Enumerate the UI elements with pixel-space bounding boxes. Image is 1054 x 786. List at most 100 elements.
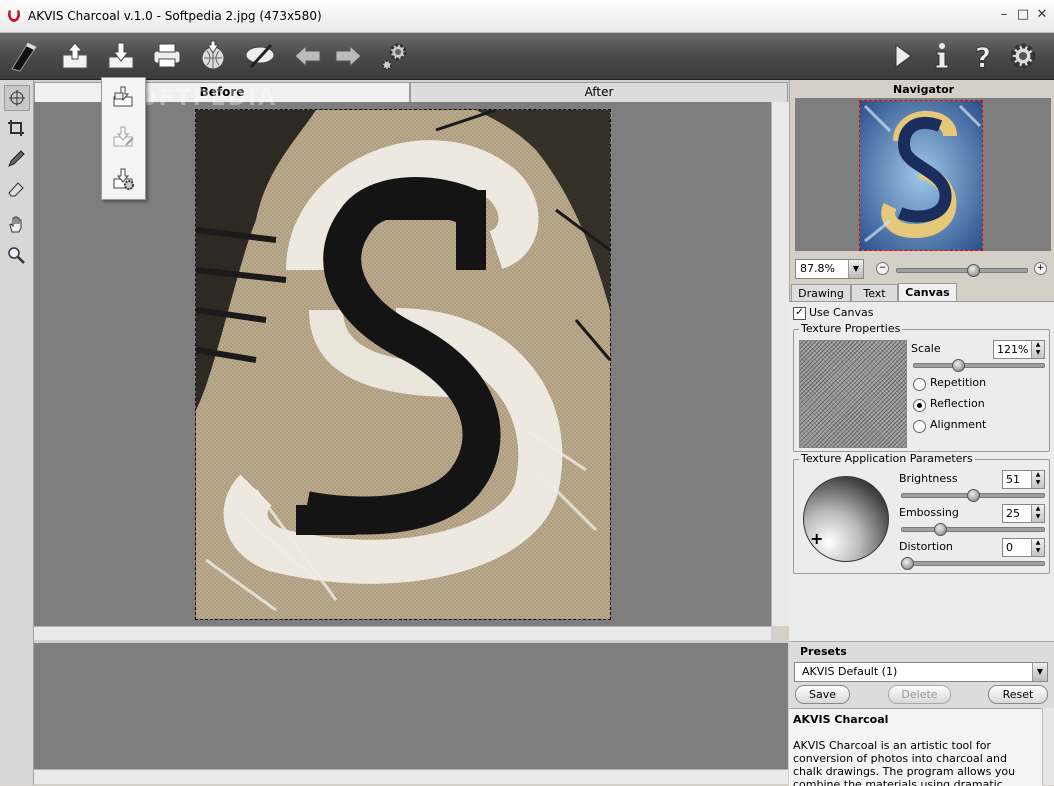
- chevron-down-icon[interactable]: ▼: [848, 260, 863, 278]
- brightness-spinbox[interactable]: 51 ▲ ▼: [1002, 470, 1045, 489]
- zoom-select[interactable]: 87.8% ▼: [795, 259, 864, 279]
- pencil-tool[interactable]: [4, 147, 28, 171]
- embossing-slider-track[interactable]: [901, 527, 1045, 532]
- zoom-slider-thumb[interactable]: [966, 264, 980, 277]
- window-title: AKVIS Charcoal v.1.0 - Softpedia 2.jpg (…: [28, 9, 322, 23]
- share-icon: [201, 40, 225, 70]
- plugin-settings-button[interactable]: [377, 37, 413, 75]
- run-button[interactable]: [884, 37, 920, 75]
- app-logo-icon: [8, 10, 20, 22]
- tab-canvas[interactable]: Canvas: [898, 283, 957, 302]
- distortion-slider-track[interactable]: [901, 561, 1045, 566]
- scale-spinbox[interactable]: 121% ▲ ▼: [993, 340, 1045, 359]
- undo-button[interactable]: [290, 37, 326, 75]
- crop-tool-icon: [8, 120, 24, 136]
- texture-swatch[interactable]: [799, 340, 907, 448]
- undo-icon: [294, 44, 321, 68]
- distortion-spinbox[interactable]: 0 ▲ ▼: [1002, 538, 1045, 557]
- eraser-tool-icon: [8, 182, 24, 197]
- save-settings-icon: [113, 168, 134, 190]
- pencil-tool-icon: [8, 150, 25, 167]
- close-button[interactable]: ✕: [1033, 6, 1051, 24]
- spin-arrows-icon[interactable]: ▲ ▼: [1031, 539, 1044, 556]
- charcoal-logo-icon: [5, 37, 41, 75]
- spin-arrows-icon[interactable]: ▲ ▼: [1031, 471, 1044, 488]
- zoom-in-button[interactable]: +: [1034, 262, 1047, 275]
- chevron-down-icon[interactable]: ▼: [1032, 663, 1047, 681]
- save-as-menu-item[interactable]: [108, 82, 138, 112]
- reflection-label: Reflection: [930, 397, 985, 410]
- brush-options-button[interactable]: [242, 37, 278, 75]
- save-preset-button[interactable]: Save: [795, 685, 850, 704]
- light-direction-sphere[interactable]: [803, 476, 889, 562]
- reset-preset-button[interactable]: Reset: [988, 685, 1048, 704]
- redo-icon: [335, 44, 362, 68]
- embossing-slider-thumb[interactable]: [933, 523, 947, 536]
- print-button[interactable]: [149, 37, 185, 75]
- embossing-spinbox[interactable]: 25 ▲ ▼: [1002, 504, 1045, 523]
- scale-label: Scale: [911, 342, 941, 355]
- save-settings-menu-item[interactable]: [108, 164, 138, 194]
- lower-workspace: [34, 641, 788, 771]
- tab-after[interactable]: After: [410, 82, 788, 102]
- alignment-radio[interactable]: [913, 420, 926, 433]
- eraser-tool[interactable]: [4, 177, 28, 201]
- spin-arrows-icon[interactable]: ▲ ▼: [1031, 341, 1044, 358]
- gear-small-icon: [382, 43, 407, 70]
- canvas-vertical-scrollbar[interactable]: [771, 102, 789, 626]
- alignment-label: Alignment: [930, 418, 987, 431]
- reflection-radio[interactable]: [913, 399, 926, 412]
- share-button[interactable]: [195, 37, 231, 75]
- preferences-button[interactable]: [1005, 37, 1041, 75]
- embossing-value: 25: [1006, 507, 1020, 520]
- repetition-radio[interactable]: [913, 378, 926, 391]
- info-icon: [935, 43, 949, 69]
- brightness-label: Brightness: [899, 472, 958, 485]
- minimize-button[interactable]: –: [995, 6, 1013, 24]
- charcoal-image[interactable]: [195, 109, 611, 620]
- svg-text:?: ?: [975, 41, 991, 73]
- delete-preset-button[interactable]: Delete: [888, 685, 951, 704]
- navigator-thumbnail[interactable]: [859, 100, 983, 251]
- help-icon: ?: [974, 41, 991, 74]
- move-tool-icon: [9, 90, 25, 106]
- navigator-title: Navigator: [893, 83, 955, 96]
- save-button[interactable]: [103, 37, 139, 75]
- texture-application-label: Texture Application Parameters: [799, 452, 975, 465]
- move-tool[interactable]: [4, 85, 30, 111]
- crop-tool[interactable]: [4, 116, 28, 140]
- maximize-button[interactable]: □: [1014, 6, 1032, 24]
- hand-tool[interactable]: [4, 212, 28, 236]
- main-toolbar: ?: [0, 33, 1054, 80]
- zoom-value: 87.8%: [800, 262, 835, 275]
- redo-button[interactable]: [330, 37, 366, 75]
- tab-drawing[interactable]: Drawing: [791, 284, 851, 302]
- use-canvas-checkbox[interactable]: ✓: [793, 307, 806, 320]
- texture-properties-label: Texture Properties: [799, 322, 903, 335]
- preferences-icon: [1010, 43, 1036, 69]
- light-source-crosshair-icon[interactable]: +: [810, 529, 823, 548]
- scale-slider-thumb[interactable]: [951, 359, 965, 372]
- zoom-out-button[interactable]: −: [876, 262, 889, 275]
- info-button[interactable]: [924, 37, 960, 75]
- save-dropdown-menu: [101, 77, 146, 200]
- description-scrollbar[interactable]: [1042, 708, 1054, 785]
- tab-text[interactable]: Text: [851, 284, 898, 302]
- navigator-preview: [860, 101, 982, 250]
- description-title: AKVIS Charcoal: [793, 713, 889, 726]
- canvas-horizontal-scrollbar[interactable]: [34, 626, 771, 640]
- help-button[interactable]: ?: [965, 37, 1001, 75]
- description-text: AKVIS Charcoal is an artistic tool for c…: [793, 739, 1016, 786]
- preset-selected-value: AKVIS Default (1): [802, 665, 898, 678]
- zoom-slider-track[interactable]: [896, 268, 1028, 273]
- open-button[interactable]: [57, 37, 93, 75]
- save-preset-menu-item[interactable]: [108, 122, 138, 152]
- description-panel: AKVIS Charcoal AKVIS Charcoal is an arti…: [789, 708, 1042, 786]
- scale-slider-track[interactable]: [913, 363, 1045, 368]
- zoom-tool[interactable]: [4, 243, 28, 267]
- settings-eye-icon: [245, 43, 275, 69]
- distortion-slider-thumb[interactable]: [901, 557, 914, 570]
- preset-select[interactable]: AKVIS Default (1) ▼: [794, 662, 1048, 682]
- spin-arrows-icon[interactable]: ▲ ▼: [1031, 505, 1044, 522]
- lower-horizontal-scrollbar[interactable]: [34, 769, 788, 784]
